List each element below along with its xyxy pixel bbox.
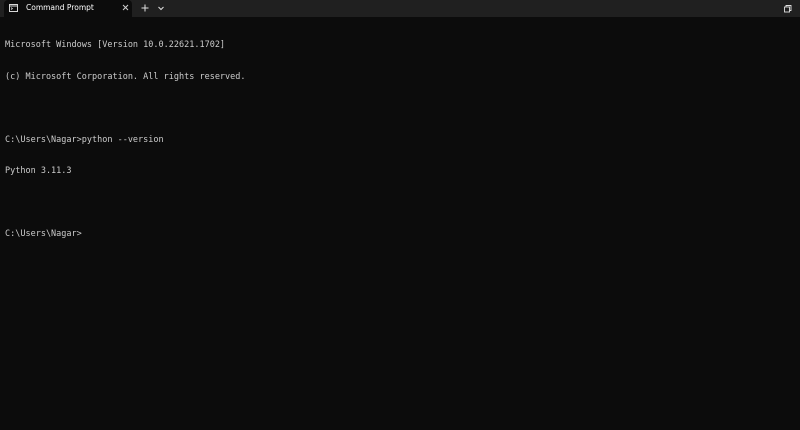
console-line-blank-2 [5, 198, 795, 209]
tab-bar: Command Prompt [0, 0, 800, 17]
plus-icon[interactable] [139, 2, 151, 14]
chevron-down-icon[interactable] [155, 2, 167, 14]
tab-title: Command Prompt [26, 3, 94, 12]
terminal-window: Command Prompt Microsoft Windows [Versio… [0, 0, 800, 430]
tab-command-prompt[interactable]: Command Prompt [4, 0, 132, 17]
console-line-version: Microsoft Windows [Version 10.0.22621.17… [5, 40, 226, 50]
console-line-prompt[interactable]: C:\Users\Nagar> [5, 229, 795, 240]
restore-icon[interactable] [782, 3, 793, 14]
console-line-blank-1 [5, 103, 795, 114]
console-output[interactable]: Microsoft Windows [Version 10.0.22621.17… [5, 19, 795, 430]
console-line-result: Python 3.11.3 [5, 166, 72, 176]
close-icon[interactable] [121, 3, 130, 12]
console-line-command: C:\Users\Nagar>python --version [5, 134, 164, 145]
terminal-icon [9, 4, 18, 12]
console-line-copyright: (c) Microsoft Corporation. All rights re… [5, 71, 246, 82]
